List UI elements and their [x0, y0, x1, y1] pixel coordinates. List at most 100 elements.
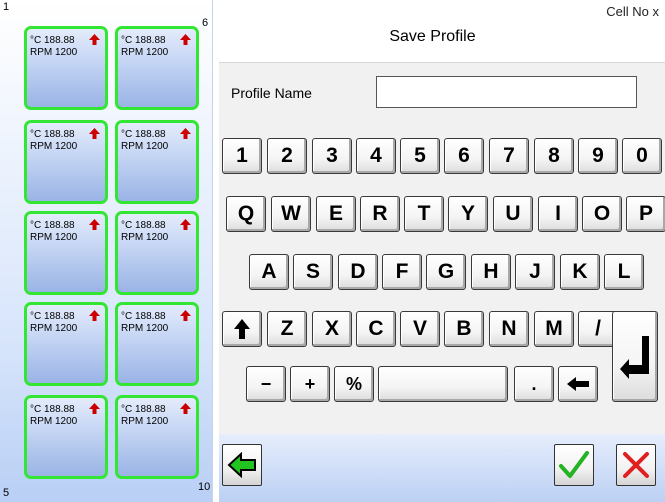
key-c[interactable]: C	[356, 311, 396, 347]
cell-rpm: RPM 1200	[121, 323, 169, 334]
up-arrow-icon	[89, 403, 100, 414]
key-3[interactable]: 3	[312, 138, 352, 174]
cell-temperature: °C 188.88	[121, 35, 166, 46]
key-1[interactable]: 1	[222, 138, 262, 174]
key-s[interactable]: S	[293, 254, 333, 290]
cell-number-label: Cell No x	[606, 4, 659, 19]
key-l[interactable]: L	[604, 254, 644, 290]
key-7[interactable]: 7	[489, 138, 529, 174]
key-a[interactable]: A	[249, 254, 289, 290]
dialog-title: Save Profile	[389, 28, 476, 45]
ok-button[interactable]	[554, 444, 594, 486]
key-y[interactable]: Y	[448, 196, 488, 232]
up-arrow-icon	[89, 128, 100, 139]
corner-label-bottom-right: 10	[198, 481, 211, 493]
key-p[interactable]: P	[626, 196, 665, 232]
key-v[interactable]: V	[400, 311, 440, 347]
cancel-button[interactable]	[616, 444, 656, 486]
cell-temperature: °C 188.88	[121, 220, 166, 231]
key-h[interactable]: H	[471, 254, 511, 290]
key-n[interactable]: N	[489, 311, 529, 347]
cell-temperature: °C 188.88	[30, 311, 75, 322]
cell-tile[interactable]: °C 188.88 RPM 1200	[115, 211, 199, 295]
back-arrow-icon	[227, 452, 256, 478]
key-plus[interactable]: +	[290, 366, 330, 402]
key-o[interactable]: O	[582, 196, 622, 232]
up-arrow-icon	[180, 128, 191, 139]
key-e[interactable]: E	[316, 196, 356, 232]
corner-label-top-right: 6	[202, 17, 209, 29]
backspace-arrow-icon	[567, 377, 589, 391]
up-arrow-icon	[89, 219, 100, 230]
key-z[interactable]: Z	[267, 311, 307, 347]
key-t[interactable]: T	[404, 196, 444, 232]
key-minus[interactable]: −	[246, 366, 286, 402]
save-profile-dialog: Cell No x Save Profile Profile Name 1234…	[214, 0, 665, 502]
key-i[interactable]: I	[538, 196, 578, 232]
key-percent[interactable]: %	[334, 366, 374, 402]
cell-rpm: RPM 1200	[121, 232, 169, 243]
up-arrow-icon	[180, 34, 191, 45]
cell-rpm: RPM 1200	[30, 323, 78, 334]
key-6[interactable]: 6	[444, 138, 484, 174]
key-u[interactable]: U	[493, 196, 533, 232]
corner-label-bottom-left: 5	[3, 487, 10, 499]
cell-rpm: RPM 1200	[30, 416, 78, 427]
cell-tile[interactable]: °C 188.88 RPM 1200	[115, 395, 199, 479]
key-k[interactable]: K	[560, 254, 600, 290]
up-arrow-icon	[180, 310, 191, 321]
shift-arrow-icon	[234, 319, 250, 339]
cell-rpm: RPM 1200	[30, 141, 78, 152]
cell-temperature: °C 188.88	[30, 35, 75, 46]
key-j[interactable]: J	[515, 254, 555, 290]
cell-tile[interactable]: °C 188.88 RPM 1200	[115, 120, 199, 204]
cell-tile[interactable]: °C 188.88 RPM 1200	[24, 211, 108, 295]
cell-rpm: RPM 1200	[121, 141, 169, 152]
cell-temperature: °C 188.88	[121, 311, 166, 322]
up-arrow-icon	[89, 310, 100, 321]
space-key[interactable]	[378, 366, 508, 402]
profile-name-label: Profile Name	[231, 85, 312, 101]
cell-tile[interactable]: °C 188.88 RPM 1200	[115, 26, 199, 110]
key-q[interactable]: Q	[226, 196, 266, 232]
key-2[interactable]: 2	[267, 138, 307, 174]
key-4[interactable]: 4	[356, 138, 396, 174]
key-5[interactable]: 5	[400, 138, 440, 174]
enter-key[interactable]	[612, 311, 658, 402]
enter-return-icon	[620, 335, 649, 379]
key-f[interactable]: F	[382, 254, 422, 290]
cell-tile[interactable]: °C 188.88 RPM 1200	[24, 302, 108, 386]
cell-rpm: RPM 1200	[30, 47, 78, 58]
shift-key[interactable]	[222, 311, 262, 347]
cell-grid-panel: 1 6 5 10 °C 188.88 RPM 1200 °C 188.88 RPM 1…	[0, 0, 213, 502]
cell-tile[interactable]: °C 188.88 RPM 1200	[24, 120, 108, 204]
cross-icon	[623, 452, 649, 478]
cell-temperature: °C 188.88	[121, 129, 166, 140]
key-0[interactable]: 0	[622, 138, 662, 174]
key-9[interactable]: 9	[578, 138, 618, 174]
key-g[interactable]: G	[426, 254, 466, 290]
backspace-key[interactable]	[558, 366, 598, 402]
cell-tile[interactable]: °C 188.88 RPM 1200	[115, 302, 199, 386]
profile-name-input[interactable]	[376, 76, 637, 108]
key-period[interactable]: .	[514, 366, 554, 402]
cell-rpm: RPM 1200	[30, 232, 78, 243]
up-arrow-icon	[89, 34, 100, 45]
key-d[interactable]: D	[338, 254, 378, 290]
key-x[interactable]: X	[312, 311, 352, 347]
key-r[interactable]: R	[360, 196, 400, 232]
cell-temperature: °C 188.88	[30, 129, 75, 140]
cell-tile[interactable]: °C 188.88 RPM 1200	[24, 395, 108, 479]
cell-tile[interactable]: °C 188.88 RPM 1200	[24, 26, 108, 110]
cell-rpm: RPM 1200	[121, 416, 169, 427]
key-m[interactable]: M	[534, 311, 574, 347]
cell-temperature: °C 188.88	[30, 404, 75, 415]
up-arrow-icon	[180, 403, 191, 414]
cell-temperature: °C 188.88	[30, 220, 75, 231]
cell-temperature: °C 188.88	[121, 404, 166, 415]
bottom-bar	[219, 434, 665, 502]
key-w[interactable]: W	[271, 196, 311, 232]
back-button[interactable]	[222, 444, 262, 486]
key-b[interactable]: B	[444, 311, 484, 347]
key-8[interactable]: 8	[534, 138, 574, 174]
